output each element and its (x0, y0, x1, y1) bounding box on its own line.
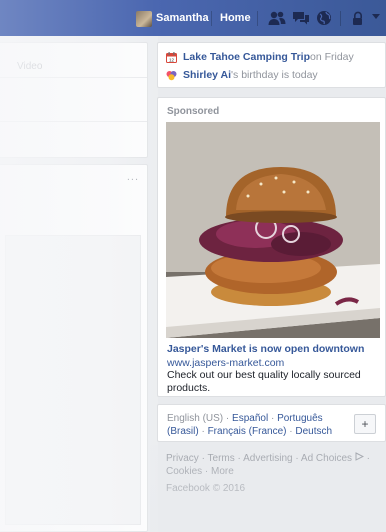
language-selector-card: English (US) · Español · Português (Bras… (157, 404, 386, 442)
footer-privacy-link[interactable]: Privacy (166, 453, 199, 464)
language-option-fr[interactable]: Français (France) (208, 426, 287, 437)
footer-more-link[interactable]: More (211, 466, 234, 477)
footer: Privacy · Terms · Advertising · Ad Choic… (166, 452, 380, 495)
composer-card: Video (0, 42, 148, 158)
footer-terms-link[interactable]: Terms (208, 453, 235, 464)
top-navigation-bar: Samantha Home (0, 0, 386, 36)
news-feed-column: Video ... (0, 36, 150, 532)
divider (0, 121, 147, 122)
more-options-button[interactable]: ... (127, 171, 139, 183)
ad-headline-link[interactable]: Jasper's Market is now open downtown (167, 343, 364, 355)
birthday-icon (166, 70, 177, 80)
sponsored-heading: Sponsored (167, 106, 220, 117)
footer-cookies-link[interactable]: Cookies (166, 466, 202, 477)
language-list: English (US) · Español · Português (Bras… (167, 413, 333, 437)
ad-description: Check out our best quality locally sourc… (167, 369, 361, 394)
add-language-button[interactable]: + (354, 414, 376, 434)
reminders-card: 12 Lake Tahoe Camping Trip on Friday Shi… (157, 42, 386, 88)
chevron-down-icon[interactable] (372, 14, 380, 19)
birthday-item[interactable]: Shirley Ai 's birthday is today (166, 69, 318, 81)
lock-icon[interactable] (350, 10, 368, 26)
current-language: English (US) (167, 413, 224, 424)
language-option-de[interactable]: Deutsch (295, 426, 332, 437)
footer-ad-choices-link[interactable]: Ad Choices (301, 453, 352, 464)
avatar[interactable] (136, 11, 152, 27)
home-link[interactable]: Home (220, 12, 251, 24)
divider (257, 11, 258, 26)
footer-advertising-link[interactable]: Advertising (243, 453, 292, 464)
sponsored-card: Sponsored Jasper's Market is now open do… (157, 97, 386, 397)
copyright-text: Facebook © 2016 (166, 483, 246, 494)
event-suffix: on Friday (310, 51, 354, 63)
divider (0, 77, 147, 78)
language-option-es[interactable]: Español (232, 413, 268, 424)
tab-video[interactable]: Video (17, 61, 42, 72)
ad-url-link[interactable]: www.jaspers-market.com (167, 357, 284, 369)
calendar-icon: 12 (166, 51, 177, 63)
burger-photo (166, 122, 380, 338)
ad-choices-icon (355, 452, 364, 461)
divider (211, 11, 212, 26)
birthday-suffix: 's birthday is today (231, 69, 318, 81)
feed-post-card: ... (0, 164, 148, 532)
friends-icon[interactable] (268, 10, 286, 26)
divider (340, 11, 341, 26)
event-title[interactable]: Lake Tahoe Camping Trip (183, 51, 310, 63)
ad-image[interactable] (166, 122, 380, 338)
messages-icon[interactable] (292, 10, 310, 26)
event-item[interactable]: 12 Lake Tahoe Camping Trip on Friday (166, 51, 354, 63)
profile-name-link[interactable]: Samantha (156, 12, 209, 24)
post-media[interactable] (5, 235, 141, 525)
birthday-person[interactable]: Shirley Ai (183, 69, 231, 81)
svg-text:12: 12 (169, 57, 175, 62)
globe-icon[interactable] (315, 10, 333, 26)
